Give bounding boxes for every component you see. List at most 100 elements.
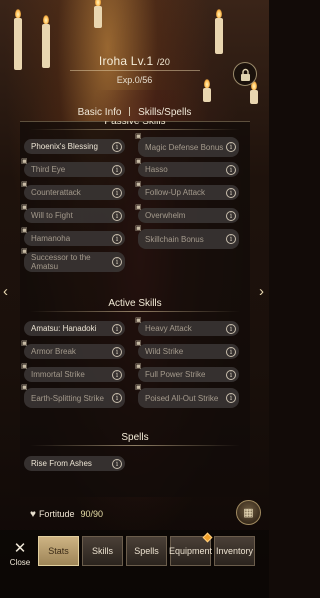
fortitude-display: ♥ Fortitude 90/90 (30, 505, 230, 523)
spells-skill-item[interactable]: Rise From Ashes i (24, 456, 125, 471)
character-name: Iroha Lv.1 /20 (0, 54, 269, 68)
info-icon[interactable]: i (112, 187, 122, 198)
info-icon[interactable]: i (226, 346, 236, 357)
skill-name: Third Eye (31, 165, 66, 174)
passive-skill-item[interactable]: ▣ Counterattack i (21, 181, 125, 200)
info-icon[interactable]: i (226, 187, 236, 198)
nav-inventory-button[interactable]: Inventory (214, 536, 255, 566)
info-icon[interactable]: i (226, 164, 236, 175)
nav-equipment-button[interactable]: Equipment (168, 532, 213, 566)
candle-decoration (215, 9, 223, 54)
previous-character-arrow-icon[interactable]: ‹ (3, 283, 8, 300)
nav-label: Equipment (168, 546, 213, 556)
info-icon[interactable]: i (226, 323, 236, 334)
active-skill-item[interactable]: ▣ Immortal Strike i (21, 363, 125, 382)
skill-name: Magic Defense Bonus (145, 142, 224, 152)
lock-icon: ▣ (21, 204, 28, 211)
passive-skill-item[interactable]: ▣ Follow-Up Attack i (135, 181, 239, 200)
passive-skill-item[interactable]: ▣ Skillchain Bonus i (135, 225, 239, 249)
passive-skill-item[interactable]: Phoenix's Blessing i (24, 139, 125, 154)
passive-skill-item[interactable]: ▣ Hasso i (135, 158, 239, 177)
info-icon[interactable]: i (112, 141, 122, 152)
nav-label: Stats (48, 546, 69, 556)
active-skill-item[interactable]: ▣ Earth-Splitting Strike i (21, 384, 125, 408)
tab-basic-info[interactable]: Basic Info (78, 107, 122, 118)
info-icon[interactable]: i (112, 323, 122, 334)
info-tabs: Basic Info Skills/Spells (0, 107, 269, 121)
passive-skill-item[interactable]: ▣ Magic Defense Bonus i (135, 133, 239, 157)
lock-icon: ▣ (135, 181, 142, 188)
tab-skills-spells[interactable]: Skills/Spells (138, 107, 191, 118)
skill-name: Hasso (145, 165, 168, 174)
lock-icon: ▣ (21, 340, 28, 347)
passive-skill-item[interactable]: ▣ Hamanoha i (21, 227, 125, 246)
active-skill-item[interactable]: ▣ Armor Break i (21, 340, 125, 359)
active-skills-title: Active Skills (108, 298, 162, 309)
skill-name: Wild Strike (145, 347, 184, 356)
info-icon[interactable]: i (226, 210, 236, 221)
active-skill-item[interactable]: ▣ Wild Strike i (135, 340, 239, 359)
info-icon[interactable]: i (112, 210, 122, 221)
lock-icon: ▣ (135, 204, 142, 211)
passive-skill-item[interactable]: ▣ Successor to the Amatsu i (21, 248, 125, 272)
passive-skill-item[interactable]: ▣ Will to Fight i (21, 204, 125, 223)
nav-stats-button[interactable]: Stats (38, 536, 79, 566)
nav-skills-button[interactable]: Skills (82, 536, 123, 566)
skill-name: Overwhelm (145, 211, 186, 220)
lock-icon: ▣ (135, 317, 142, 324)
lock-icon: ▣ (21, 158, 28, 165)
candle-decoration (203, 79, 211, 102)
info-icon[interactable]: i (112, 233, 122, 244)
next-character-arrow-icon[interactable]: › (259, 283, 264, 300)
active-skill-item[interactable]: ▣ Heavy Attack i (135, 317, 239, 336)
book-button[interactable]: ▦ (236, 500, 261, 525)
skill-name: Earth-Splitting Strike (31, 393, 104, 403)
close-button[interactable]: ✕ Close (7, 540, 33, 574)
info-icon[interactable]: i (226, 369, 236, 380)
tab-separator (129, 107, 131, 116)
active-skill-item[interactable]: ▣ Full Power Strike i (135, 363, 239, 382)
info-icon[interactable]: i (112, 369, 122, 380)
active-skill-item[interactable]: Amatsu: Hanadoki i (24, 321, 125, 336)
lock-icon: ▣ (135, 158, 142, 165)
info-icon[interactable]: i (112, 393, 122, 403)
skill-name: Hamanoha (31, 234, 71, 243)
info-icon[interactable]: i (226, 393, 236, 403)
skill-name: Armor Break (31, 347, 76, 356)
passive-skill-item[interactable]: ▣ Overwhelm i (135, 204, 239, 223)
section-divider (30, 129, 240, 130)
skill-name: Follow-Up Attack (145, 188, 206, 197)
lock-icon: ▣ (135, 340, 142, 347)
lock-icon: ▣ (135, 363, 142, 370)
info-icon[interactable]: i (112, 458, 122, 469)
passive-skill-item[interactable]: ▣ Third Eye i (21, 158, 125, 177)
lock-button[interactable] (233, 62, 257, 86)
skill-name: Poised All-Out Strike (145, 393, 219, 403)
lock-icon: ▣ (135, 384, 142, 391)
lock-icon: ▣ (21, 227, 28, 234)
book-icon: ▦ (243, 507, 254, 519)
fortitude-label: Fortitude (38, 509, 75, 519)
nav-spells-button[interactable]: Spells (126, 536, 167, 566)
level-max: /20 (156, 57, 171, 67)
info-icon[interactable]: i (112, 257, 122, 267)
info-icon[interactable]: i (112, 164, 122, 175)
skill-name: Successor to the Amatsu (31, 253, 91, 271)
lock-icon: ▣ (135, 133, 142, 140)
skill-name: Will to Fight (31, 211, 73, 220)
section-divider (30, 311, 240, 312)
spells-title: Spells (121, 432, 149, 443)
lock-icon: ▣ (21, 363, 28, 370)
info-icon[interactable]: i (226, 142, 236, 152)
info-icon[interactable]: i (112, 346, 122, 357)
candle-decoration (94, 0, 102, 28)
skills-panel[interactable]: Passive Skills Phoenix's Blessing i ▣ Magic … (20, 121, 250, 497)
skill-name: Skillchain Bonus (145, 234, 204, 244)
section-divider (30, 445, 240, 446)
skill-name: Full Power Strike (145, 370, 206, 379)
candle-decoration (250, 81, 258, 104)
active-skill-item[interactable]: ▣ Poised All-Out Strike i (135, 384, 239, 408)
nav-label: Spells (134, 546, 159, 556)
lock-icon: ▣ (21, 181, 28, 188)
info-icon[interactable]: i (226, 234, 236, 244)
